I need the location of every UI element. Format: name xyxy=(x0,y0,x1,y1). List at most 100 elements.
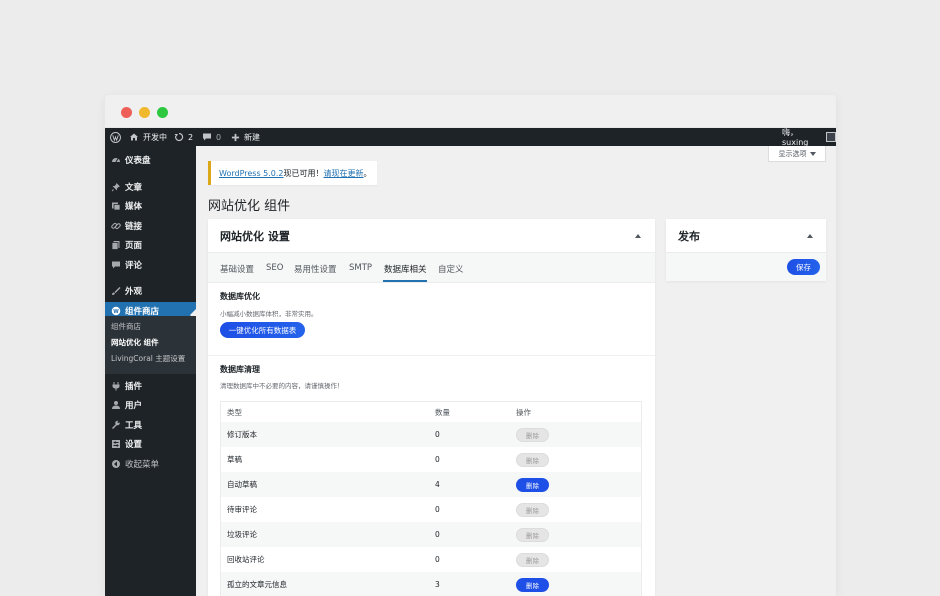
submenu-item-livingcoral[interactable]: LivingCoral 主题设置 xyxy=(111,353,185,364)
delete-button[interactable]: 删除 xyxy=(516,427,549,442)
delete-button[interactable]: 删除 xyxy=(516,552,549,567)
sidebar-item-comments[interactable]: 评论 xyxy=(105,256,196,274)
update-now-link[interactable]: 请现在更新 xyxy=(324,168,364,179)
media-icon xyxy=(112,202,121,211)
settings-icon xyxy=(112,440,120,448)
my-account-link[interactable]: 嗨，suxing xyxy=(782,128,836,147)
tab-smtp[interactable]: SMTP xyxy=(349,263,372,273)
submenu-item-store[interactable]: 组件商店 xyxy=(111,321,141,332)
sidebar-item-tools[interactable]: 工具 xyxy=(105,416,196,434)
db-optimize-title: 数据库优化 xyxy=(220,292,260,301)
collapse-arrow-icon[interactable] xyxy=(807,234,813,238)
table-row: 自动草稿 4 删除 xyxy=(221,472,641,497)
wordpress-version-link[interactable]: WordPress 5.0.2 xyxy=(219,169,284,178)
collapse-arrow-icon[interactable] xyxy=(635,234,641,238)
delete-button[interactable]: 删除 xyxy=(516,502,549,517)
row-type: 自动草稿 xyxy=(227,480,257,489)
collapse-menu-button[interactable]: 收起菜单 xyxy=(105,455,196,473)
delete-button[interactable]: 删除 xyxy=(516,577,549,592)
row-type: 垃圾评论 xyxy=(227,530,257,539)
delete-button[interactable]: 删除 xyxy=(516,477,549,492)
avatar xyxy=(826,132,836,142)
row-action-cell: 删除 xyxy=(516,472,549,497)
sidebar-item-links[interactable]: 链接 xyxy=(105,217,196,235)
home-icon xyxy=(130,133,138,141)
sidebar-item-label: 仪表盘 xyxy=(125,156,151,166)
sidebar-item-media[interactable]: 媒体 xyxy=(105,197,196,215)
admin-bar: 开发中 2 0 新建 嗨，suxing xyxy=(105,128,836,147)
tab-usability[interactable]: 易用性设置 xyxy=(294,263,337,275)
db-optimize-desc: 小幅减小数据库体积，非常实用。 xyxy=(220,310,318,318)
screen-options-button[interactable]: 显示选项 xyxy=(768,146,826,162)
wordpress-logo[interactable] xyxy=(110,128,121,146)
sidebar-item-label: 收起菜单 xyxy=(125,460,160,470)
comments-link[interactable]: 0 xyxy=(202,128,221,146)
site-name-link[interactable]: 开发中 xyxy=(129,128,167,146)
publish-panel-title: 发布 xyxy=(678,230,700,243)
delete-button[interactable]: 删除 xyxy=(516,452,549,467)
row-type: 修订版本 xyxy=(227,430,257,439)
section-divider xyxy=(208,355,655,356)
publish-panel: 发布 保存 xyxy=(666,219,826,281)
notice-text: 现已可用！ xyxy=(283,168,324,178)
table-row: 垃圾评论 0 删除 xyxy=(221,522,641,547)
delete-button[interactable]: 删除 xyxy=(516,527,549,542)
sidebar-item-plugins[interactable]: 插件 xyxy=(105,377,196,395)
sidebar-item-posts[interactable]: 文章 xyxy=(105,178,196,196)
row-action-cell: 删除 xyxy=(516,497,549,522)
update-icon xyxy=(174,132,184,142)
row-count: 3 xyxy=(435,580,440,589)
sidebar-item-label: 页面 xyxy=(125,241,143,251)
notice-end: 。 xyxy=(363,168,372,178)
tab-database[interactable]: 数据库相关 xyxy=(384,263,427,275)
browser-window: 开发中 2 0 新建 嗨，suxing 仪表盘 文章 媒体 链接 页面 评论 外… xyxy=(105,95,836,596)
tab-seo[interactable]: SEO xyxy=(266,263,283,273)
pin-icon xyxy=(111,183,120,192)
window-titlebar xyxy=(105,95,836,128)
settings-panel-title: 网站优化 设置 xyxy=(220,230,290,243)
row-action-cell: 删除 xyxy=(516,422,549,447)
db-cleanup-desc: 清理数据库中不必要的内容，请谨慎操作！ xyxy=(220,382,344,390)
row-type: 孤立的文章元信息 xyxy=(227,580,287,589)
sidebar-item-appearance[interactable]: 外观 xyxy=(105,282,196,300)
maximize-window-button[interactable] xyxy=(157,107,168,118)
wrench-icon xyxy=(111,420,120,430)
sidebar-item-users[interactable]: 用户 xyxy=(105,396,196,414)
submenu-item-site-optimize[interactable]: 网站优化 组件 xyxy=(111,337,159,348)
dashboard-icon xyxy=(112,158,120,163)
new-content-link[interactable]: 新建 xyxy=(231,128,260,146)
optimize-all-tables-button[interactable]: 一键优化所有数据表 xyxy=(220,322,305,338)
save-button[interactable]: 保存 xyxy=(787,259,820,275)
plus-icon xyxy=(231,133,240,141)
table-row: 修订版本 0 删除 xyxy=(221,422,641,447)
row-action-cell: 删除 xyxy=(516,447,549,472)
settings-panel: 网站优化 设置 基础设置 SEO 易用性设置 SMTP 数据库相关 自定义 数据… xyxy=(208,219,655,596)
row-count: 0 xyxy=(435,530,440,539)
sidebar-item-label: 设置 xyxy=(125,440,143,450)
page-title: 网站优化 组件 xyxy=(208,199,291,214)
updates-link[interactable]: 2 xyxy=(174,128,193,146)
wordpress-icon xyxy=(110,131,121,143)
sidebar-item-label: 插件 xyxy=(125,382,143,392)
column-header-count: 数量 xyxy=(435,407,450,417)
table-row: 草稿 0 删除 xyxy=(221,447,641,472)
sidebar-item-pages[interactable]: 页面 xyxy=(105,236,196,254)
sidebar-item-dashboard[interactable]: 仪表盘 xyxy=(105,151,196,169)
minimize-window-button[interactable] xyxy=(139,107,150,118)
tab-basic[interactable]: 基础设置 xyxy=(220,263,254,275)
row-action-cell: 删除 xyxy=(516,522,549,547)
close-window-button[interactable] xyxy=(121,107,132,118)
collapse-icon xyxy=(112,460,120,468)
tab-custom[interactable]: 自定义 xyxy=(438,263,464,275)
sidebar-item-settings[interactable]: 设置 xyxy=(105,435,196,453)
cleanup-table: 类型 数量 操作 修订版本 0 删除 草稿 0 删除 自动草稿 4 删除 待审评… xyxy=(220,401,642,596)
row-type: 草稿 xyxy=(227,455,242,464)
link-icon xyxy=(111,222,121,230)
row-type: 待审评论 xyxy=(227,505,257,514)
plugin-store-icon: W xyxy=(111,306,121,316)
db-cleanup-title: 数据库清理 xyxy=(220,365,260,374)
caret-down-icon xyxy=(809,151,816,156)
greeting: 嗨，suxing xyxy=(782,128,809,147)
column-header-type: 类型 xyxy=(227,407,242,417)
row-action-cell: 删除 xyxy=(516,572,549,596)
